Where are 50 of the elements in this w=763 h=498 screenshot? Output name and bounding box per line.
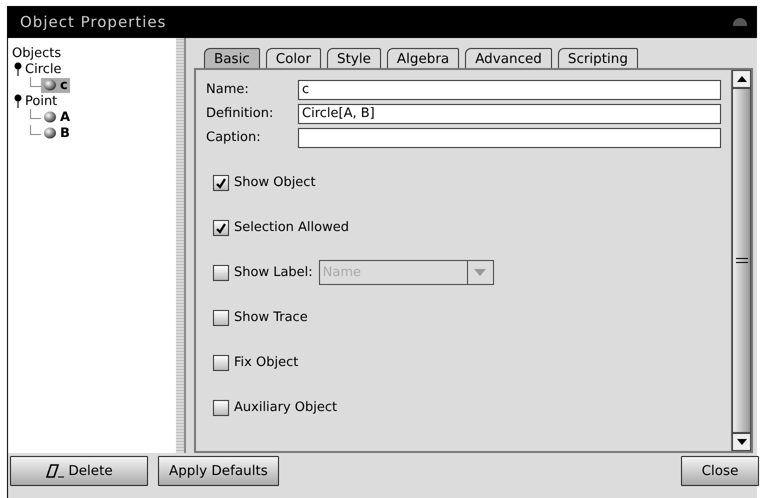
tree-item[interactable]: c: [41, 78, 70, 92]
button[interactable]: Delete: [10, 456, 148, 486]
tab[interactable]: Algebra: [386, 48, 460, 69]
checkbox-label: Fix Object: [234, 354, 298, 372]
input-field[interactable]: [298, 128, 721, 148]
tree-item[interactable]: A: [41, 110, 72, 124]
minimize-icon[interactable]: [733, 18, 747, 26]
checkbox-label: Show Trace: [234, 308, 308, 327]
tree-connector: [30, 77, 41, 87]
eraser-icon: [45, 464, 66, 478]
tree-connector: [30, 125, 41, 135]
tree-connector: [30, 109, 41, 119]
input-field[interactable]: c: [298, 80, 721, 100]
checkbox[interactable]: [213, 220, 229, 236]
button[interactable]: Apply Defaults: [158, 456, 279, 486]
expander-icon[interactable]: [13, 62, 23, 76]
tree-item[interactable]: Circle: [23, 62, 64, 76]
grip-icon: [736, 258, 748, 263]
caret-icon: [474, 269, 486, 276]
checkbox-label: Auxiliary Object: [234, 398, 338, 417]
tab[interactable]: Style: [327, 48, 381, 69]
checkbox[interactable]: [213, 354, 229, 370]
checkbox[interactable]: [213, 310, 229, 326]
tab[interactable]: Color: [266, 48, 321, 69]
checkbox[interactable]: [213, 264, 229, 280]
sphere-icon: [43, 111, 57, 123]
tab[interactable]: Advanced: [465, 48, 552, 69]
field-label: Name:: [206, 81, 250, 100]
checkbox-label: Show Object: [234, 174, 316, 192]
tab[interactable]: Scripting: [558, 48, 638, 69]
checkbox-label: Selection Allowed: [234, 218, 349, 237]
expander-icon[interactable]: [13, 94, 23, 108]
field-label: Definition:: [206, 105, 274, 124]
tree-root-label[interactable]: Objects: [10, 46, 176, 61]
tree-item[interactable]: B: [41, 126, 72, 140]
window-title: Object Properties: [20, 12, 166, 33]
checkbox[interactable]: [213, 400, 229, 416]
scroll-down-icon[interactable]: [736, 439, 746, 445]
tab[interactable]: Basic: [204, 48, 260, 69]
checkbox[interactable]: [213, 174, 229, 190]
scrollbar[interactable]: [731, 70, 751, 451]
input-field[interactable]: Circle[A, B]: [298, 104, 721, 124]
sphere-icon: [43, 79, 57, 91]
field-label: Caption:: [206, 129, 262, 148]
tree-item[interactable]: Point: [23, 94, 60, 108]
scroll-up-icon[interactable]: [736, 76, 746, 82]
button[interactable]: Close: [681, 456, 759, 486]
checkbox-label: Show Label:: [234, 264, 313, 282]
splitter-handle[interactable]: [176, 38, 186, 453]
sphere-icon: [43, 127, 57, 139]
